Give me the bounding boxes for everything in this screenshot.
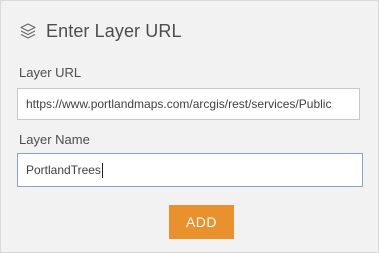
enter-layer-url-panel: Enter Layer URL Layer URL https://www.po… — [0, 0, 379, 253]
text-caret — [101, 162, 103, 178]
add-button[interactable]: ADD — [169, 205, 234, 239]
layer-name-label: Layer Name — [19, 132, 90, 147]
layer-url-label: Layer URL — [19, 65, 82, 80]
layer-url-value: https://www.portlandmaps.com/arcgis/rest… — [26, 97, 332, 111]
layer-url-input[interactable]: https://www.portlandmaps.com/arcgis/rest… — [17, 88, 360, 120]
panel-header: Enter Layer URL — [19, 19, 182, 43]
layers-icon — [19, 22, 37, 40]
layer-name-input[interactable]: PortlandTrees — [17, 153, 363, 187]
layer-name-value: PortlandTrees — [26, 163, 101, 177]
panel-title: Enter Layer URL — [46, 20, 182, 41]
